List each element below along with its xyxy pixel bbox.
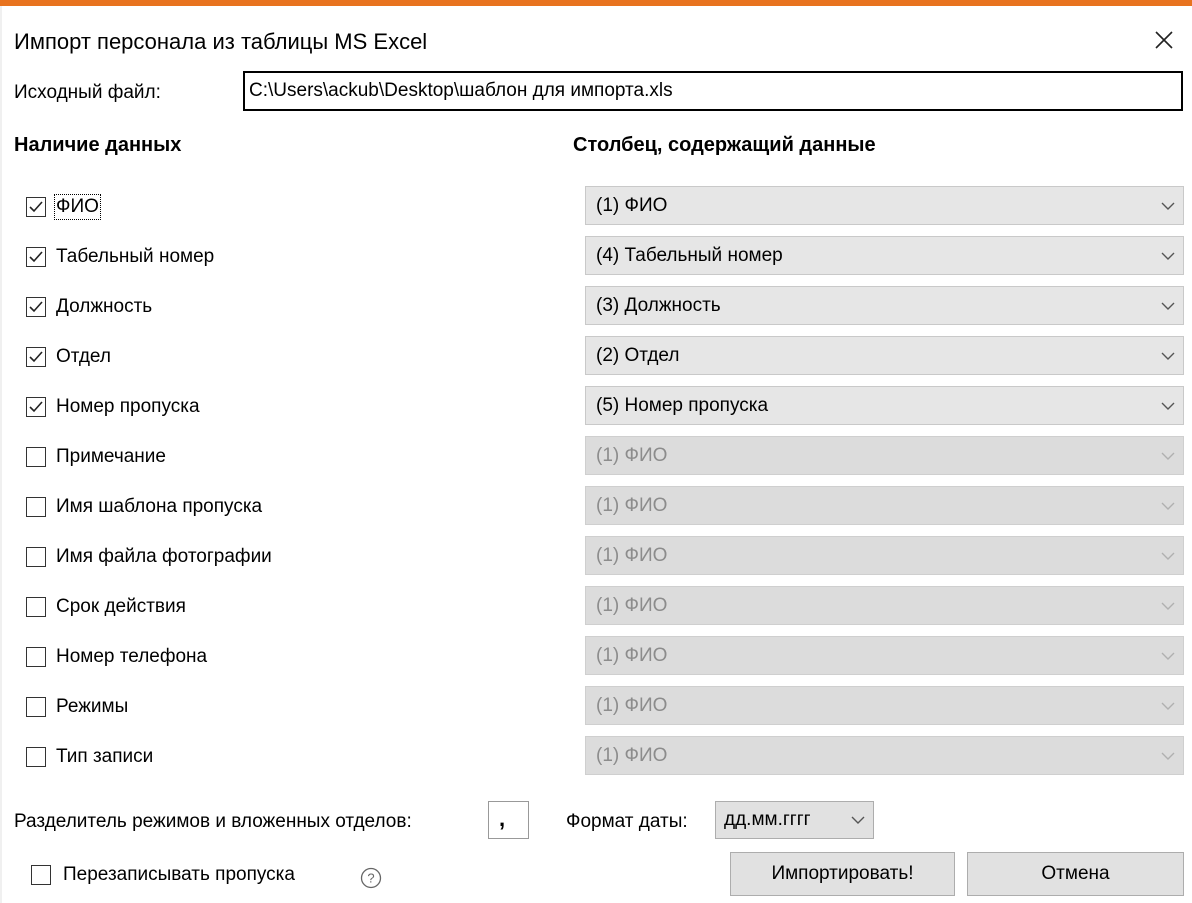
field-checkbox[interactable] (26, 647, 46, 667)
field-checkbox[interactable] (26, 597, 46, 617)
checkmark-icon (29, 301, 43, 313)
column-select: (1) ФИО (585, 486, 1184, 525)
column-select: (1) ФИО (585, 686, 1184, 725)
field-checkbox-row[interactable]: Тип записи (26, 742, 153, 772)
window-left-edge (0, 6, 2, 903)
data-presence-heading: Наличие данных (14, 134, 182, 156)
chevron-down-icon (1153, 601, 1183, 611)
chevron-down-icon (1153, 251, 1183, 261)
window-accent-bar (0, 0, 1192, 6)
checkmark-icon (29, 401, 43, 413)
field-checkbox[interactable] (26, 447, 46, 467)
date-format-label: Формат даты: (566, 811, 688, 832)
column-select: (1) ФИО (585, 586, 1184, 625)
date-format-value: дд.мм.гггг (724, 809, 811, 830)
field-checkbox[interactable] (26, 347, 46, 367)
field-checkbox[interactable] (26, 697, 46, 717)
column-select-value: (1) ФИО (596, 694, 668, 716)
source-file-label: Исходный файл: (14, 82, 161, 103)
column-select: (1) ФИО (585, 636, 1184, 675)
column-select: (1) ФИО (585, 436, 1184, 475)
checkmark-icon (29, 201, 43, 213)
field-checkbox[interactable] (26, 197, 46, 217)
field-checkbox[interactable] (26, 297, 46, 317)
field-checkbox-row[interactable]: Срок действия (26, 592, 186, 622)
column-select-value: (1) ФИО (596, 594, 668, 616)
column-select[interactable]: (5) Номер пропуска (585, 386, 1184, 425)
field-checkbox-row[interactable]: Табельный номер (26, 242, 214, 272)
field-checkbox-row[interactable]: Имя файла фотографии (26, 542, 272, 572)
source-file-input[interactable]: C:\Users\ackub\Desktop\шаблон для импорт… (243, 71, 1183, 111)
chevron-down-icon (1153, 501, 1183, 511)
field-checkbox-row[interactable]: Номер телефона (26, 642, 207, 672)
chevron-down-icon (1153, 301, 1183, 311)
column-select-value: (1) ФИО (596, 544, 668, 566)
column-select-value: (1) ФИО (596, 644, 668, 666)
field-checkbox-label: Номер пропуска (56, 396, 200, 417)
column-select: (1) ФИО (585, 736, 1184, 775)
chevron-down-icon (1153, 201, 1183, 211)
field-checkbox-label: ФИО (54, 194, 101, 220)
chevron-down-icon (843, 815, 873, 825)
close-icon (1155, 31, 1173, 49)
column-select[interactable]: (3) Должность (585, 286, 1184, 325)
data-column-heading: Столбец, содержащий данные (573, 134, 876, 156)
column-select-value: (2) Отдел (596, 344, 680, 366)
column-select-value: (1) ФИО (596, 444, 668, 466)
checkmark-icon (29, 351, 43, 363)
field-checkbox[interactable] (26, 397, 46, 417)
column-select-value: (5) Номер пропуска (596, 394, 769, 416)
checkmark-icon (29, 251, 43, 263)
field-checkbox[interactable] (26, 247, 46, 267)
column-select[interactable]: (4) Табельный номер (585, 236, 1184, 275)
overwrite-checkbox-row[interactable]: Перезаписывать пропуска (31, 864, 295, 886)
field-checkbox-row[interactable]: Должность (26, 292, 152, 322)
field-checkbox-row[interactable]: ФИО (26, 192, 101, 222)
chevron-down-icon (1153, 701, 1183, 711)
column-select-value: (3) Должность (596, 294, 721, 316)
import-button[interactable]: Импортировать! (730, 852, 955, 896)
field-checkbox-label: Срок действия (56, 596, 186, 617)
date-format-select[interactable]: дд.мм.гггг (715, 801, 874, 839)
field-checkbox-row[interactable]: Отдел (26, 342, 111, 372)
field-checkbox-label: Тип записи (56, 746, 154, 767)
chevron-down-icon (1153, 751, 1183, 761)
dialog-title: Импорт персонала из таблицы MS Excel (14, 29, 428, 54)
cancel-button[interactable]: Отмена (967, 852, 1184, 896)
field-checkbox-row[interactable]: Номер пропуска (26, 392, 200, 422)
field-checkbox[interactable] (26, 547, 46, 567)
field-checkbox-row[interactable]: Режимы (26, 692, 128, 722)
field-checkbox-label: Табельный номер (56, 246, 215, 267)
column-select[interactable]: (2) Отдел (585, 336, 1184, 375)
field-checkbox-row[interactable]: Примечание (26, 442, 166, 472)
field-checkbox-label: Режимы (56, 696, 129, 717)
chevron-down-icon (1153, 551, 1183, 561)
field-checkbox-label: Имя шаблона пропуска (56, 496, 263, 517)
field-checkbox-row[interactable]: Имя шаблона пропуска (26, 492, 262, 522)
field-checkbox-label: Должность (56, 296, 153, 317)
field-checkbox-label: Отдел (56, 346, 111, 367)
overwrite-label: Перезаписывать пропуска (63, 864, 295, 885)
chevron-down-icon (1153, 451, 1183, 461)
field-checkbox-label: Примечание (56, 446, 166, 467)
separator-input[interactable]: , (488, 801, 529, 839)
field-checkbox-label: Имя файла фотографии (56, 546, 272, 567)
column-select-value: (1) ФИО (596, 194, 668, 216)
column-select[interactable]: (1) ФИО (585, 186, 1184, 225)
column-select-value: (4) Табельный номер (596, 244, 783, 266)
chevron-down-icon (1153, 401, 1183, 411)
field-checkbox-label: Номер телефона (56, 646, 208, 667)
help-icon[interactable]: ? (360, 867, 382, 889)
column-select: (1) ФИО (585, 536, 1184, 575)
field-checkbox[interactable] (26, 747, 46, 767)
chevron-down-icon (1153, 651, 1183, 661)
svg-text:?: ? (367, 871, 374, 886)
column-select-value: (1) ФИО (596, 744, 668, 766)
overwrite-checkbox[interactable] (31, 865, 51, 885)
separator-label: Разделитель режимов и вложенных отделов: (14, 811, 412, 832)
chevron-down-icon (1153, 351, 1183, 361)
close-button[interactable] (1146, 22, 1182, 58)
column-select-value: (1) ФИО (596, 494, 668, 516)
field-checkbox[interactable] (26, 497, 46, 517)
